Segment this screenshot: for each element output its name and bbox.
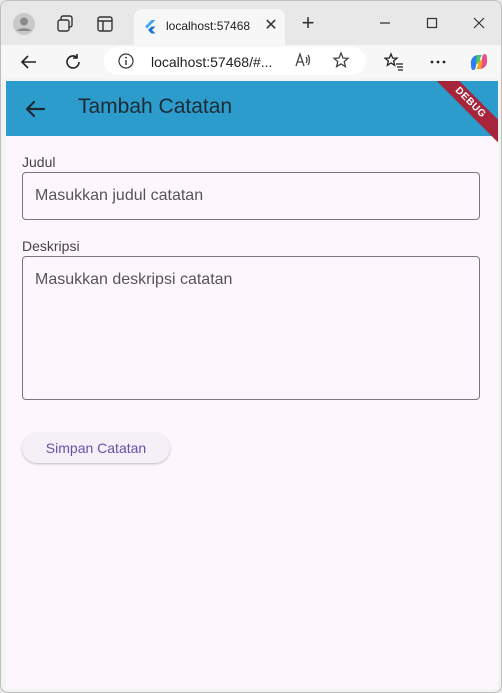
browser-window: localhost:57468 ✕ + localhost:57468/#...	[0, 0, 502, 693]
title-input[interactable]: Masukkan judul catatan	[22, 172, 480, 220]
read-aloud-icon[interactable]	[294, 51, 312, 72]
page-title: Tambah Catatan	[78, 95, 233, 118]
save-note-button[interactable]: Simpan Catatan	[22, 433, 170, 463]
refresh-icon[interactable]	[61, 50, 85, 74]
favorites-list-icon[interactable]	[382, 50, 406, 74]
address-bar-row: localhost:57468/#...	[1, 45, 501, 79]
description-field-label: Deskripsi	[22, 238, 80, 254]
url-text[interactable]: localhost:57468/#...	[151, 54, 272, 70]
minimize-icon[interactable]	[373, 11, 397, 35]
star-icon[interactable]	[332, 51, 352, 71]
tab-close-icon[interactable]: ✕	[262, 17, 280, 35]
flutter-favicon-icon	[145, 20, 156, 34]
debug-banner: DEBUG	[428, 81, 498, 145]
copilot-icon[interactable]	[467, 50, 491, 74]
app-bar: Tambah Catatan DEBUG	[6, 81, 498, 145]
info-icon[interactable]	[118, 53, 134, 69]
more-icon[interactable]	[426, 50, 450, 74]
tab-title: localhost:57468	[166, 19, 251, 33]
back-icon[interactable]	[17, 50, 41, 74]
tab-actions-icon[interactable]	[92, 11, 118, 37]
title-field-label: Judul	[22, 154, 56, 170]
description-textarea[interactable]: Masukkan deskripsi catatan	[22, 256, 480, 400]
title-input-placeholder: Masukkan judul catatan	[35, 187, 204, 204]
app-viewport: Tambah Catatan DEBUG Judul Masukkan judu…	[6, 81, 498, 689]
profile-icon[interactable]	[11, 11, 37, 37]
workspaces-icon[interactable]	[52, 11, 78, 37]
maximize-icon[interactable]	[420, 11, 444, 35]
close-window-icon[interactable]	[467, 11, 491, 35]
new-tab-button[interactable]: +	[297, 12, 319, 35]
address-bar[interactable]: localhost:57468/#...	[104, 47, 366, 75]
tab-active[interactable]: localhost:57468 ✕	[134, 9, 285, 45]
back-arrow-icon[interactable]	[22, 96, 48, 122]
tab-strip: localhost:57468 ✕ +	[1, 1, 501, 45]
description-textarea-placeholder: Masukkan deskripsi catatan	[35, 271, 233, 288]
